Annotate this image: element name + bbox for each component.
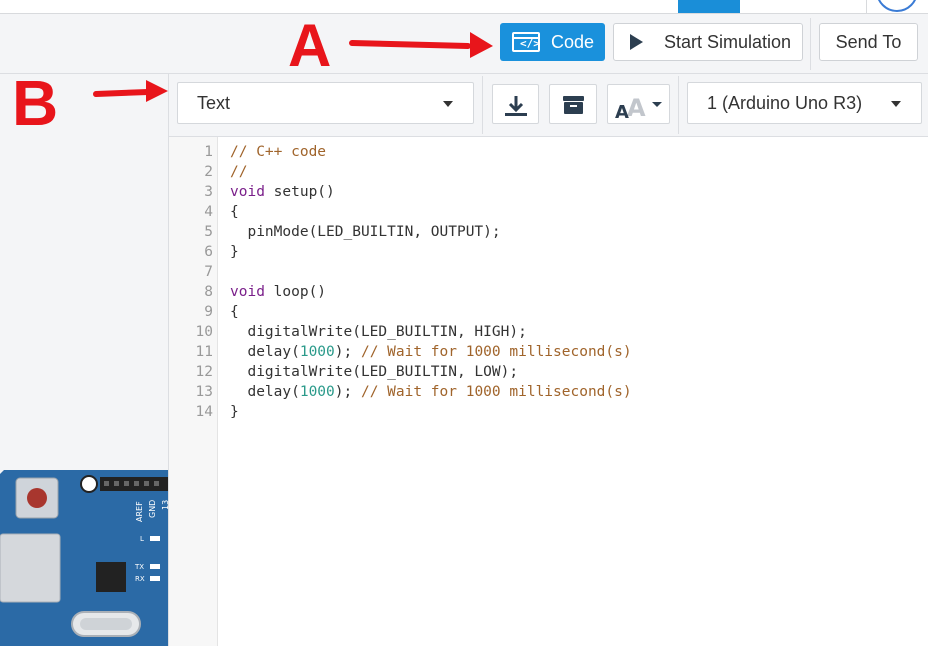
top-nav-strip [0, 0, 928, 14]
libraries-button[interactable] [549, 84, 597, 124]
code-text[interactable]: // C++ code // void setup() { pinMode(LE… [230, 142, 632, 422]
line-number: 8 [204, 284, 213, 300]
pin13-label: 13 [161, 500, 168, 510]
rx-label: RX [135, 575, 145, 583]
start-simulation-label: Start Simulation [664, 31, 792, 52]
gnd-label: GND [148, 500, 157, 518]
start-simulation-button[interactable]: Start Simulation [613, 23, 803, 61]
led-l-label: L [140, 535, 144, 543]
chevron-down-icon [443, 101, 453, 107]
font-size-button[interactable]: A A [607, 84, 670, 124]
line-number: 10 [195, 324, 213, 340]
font-size-icon: A A [615, 94, 662, 123]
download-icon [505, 96, 527, 116]
active-tab-indicator[interactable] [678, 0, 740, 13]
board-select[interactable]: 1 (Arduino Uno R3) [687, 82, 922, 124]
line-number: 2 [204, 164, 213, 180]
svg-text:A: A [615, 102, 629, 123]
line-numbers: 1 2 3 4 5 6 7 8 9 10 11 12 13 14 [169, 142, 213, 422]
line-number: 7 [204, 264, 213, 280]
tx-label: TX [134, 563, 144, 571]
send-to-label: Send To [835, 31, 902, 52]
line-number: 6 [204, 244, 213, 260]
code-editor[interactable]: 1 2 3 4 5 6 7 8 9 10 11 12 13 14 // C++ code // void … [168, 137, 928, 646]
code-icon: </> [512, 32, 540, 52]
line-number: 4 [204, 204, 213, 220]
download-code-button[interactable] [492, 84, 539, 124]
aref-label: AREF [135, 501, 144, 522]
line-number: 14 [195, 404, 213, 420]
editor-toolbar-divider [482, 76, 483, 134]
line-number-gutter: 1 2 3 4 5 6 7 8 9 10 11 12 13 14 [169, 137, 218, 646]
editor-toolbar-divider [678, 76, 679, 134]
svg-text:A: A [627, 94, 646, 122]
nav-divider [866, 0, 867, 13]
board-select-value: 1 (Arduino Uno R3) [707, 92, 863, 113]
editor-mode-select[interactable]: Text [177, 82, 474, 124]
line-number: 13 [195, 384, 213, 400]
arduino-board[interactable]: AREF GND 13 L TX RX [0, 470, 168, 646]
line-number: 3 [204, 184, 213, 200]
code-button-label: Code [551, 31, 595, 52]
chevron-down-icon [891, 101, 901, 107]
play-icon [630, 34, 643, 50]
send-to-button[interactable]: Send To [819, 23, 918, 61]
toolbar-divider [810, 18, 811, 70]
library-icon [563, 96, 584, 114]
line-number: 5 [204, 224, 213, 240]
editor-mode-value: Text [197, 92, 231, 113]
line-number: 1 [204, 144, 213, 160]
line-number: 11 [195, 344, 213, 360]
line-number: 12 [195, 364, 213, 380]
avatar[interactable] [876, 0, 918, 12]
line-number: 9 [204, 304, 213, 320]
code-button[interactable]: </> Code [500, 23, 605, 61]
